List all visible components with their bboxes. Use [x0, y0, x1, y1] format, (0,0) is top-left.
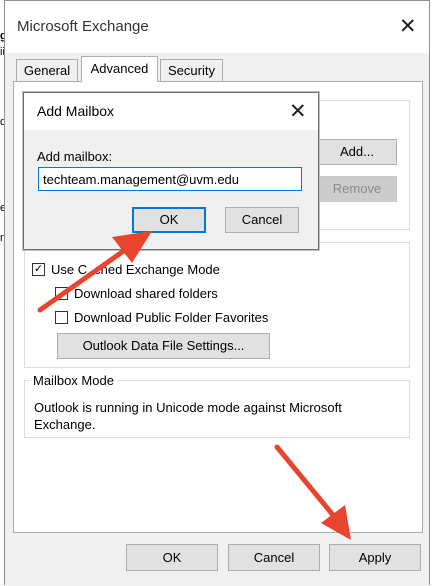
dialog-title-bar: Add Mailbox ✕	[24, 93, 318, 130]
use-cached-mode-label-end: ched Exchange Mode	[94, 262, 220, 277]
mailbox-mode-title: Mailbox Mode	[30, 373, 117, 388]
add-mailbox-dialog: Add Mailbox ✕ Add mailbox: OK Cancel	[23, 92, 319, 250]
outlook-data-file-settings-button[interactable]: Outlook Data File Settings...	[57, 333, 270, 359]
tab-security[interactable]: Security	[160, 59, 223, 81]
bottom-button-bar: OK Cancel Apply	[5, 533, 429, 586]
tab-label: General	[23, 63, 71, 78]
mailbox-mode-text: Outlook is running in Unicode mode again…	[34, 400, 342, 432]
download-public-favorites-checkbox[interactable]	[55, 311, 68, 324]
use-cached-mode-label-start: Use C	[51, 262, 88, 277]
tab-advanced[interactable]: Advanced	[81, 56, 158, 82]
dialog-ok-button[interactable]: OK	[132, 207, 206, 233]
remove-mailbox-button[interactable]: Remove	[317, 176, 397, 202]
add-mailbox-button[interactable]: Add...	[317, 139, 397, 165]
microsoft-exchange-window: Microsoft Exchange ✕ General Advanced Se…	[4, 0, 430, 586]
download-shared-folders-label: Download shared folders	[74, 286, 218, 301]
title-bar: Microsoft Exchange ✕	[5, 1, 429, 53]
add-mailbox-input[interactable]	[38, 167, 302, 191]
close-icon[interactable]: ✕	[399, 16, 417, 37]
apply-button[interactable]: Apply	[329, 544, 421, 571]
ok-button[interactable]: OK	[126, 544, 218, 571]
cancel-button[interactable]: Cancel	[228, 544, 320, 571]
tab-label: Security	[168, 63, 215, 78]
dialog-close-icon[interactable]: ✕	[289, 101, 307, 122]
add-mailbox-label: Add mailbox:	[37, 149, 113, 164]
use-cached-mode-label: Use C ched Exchange Mode	[51, 262, 220, 277]
window-title: Microsoft Exchange	[17, 18, 149, 35]
tab-label: Advanced	[90, 61, 149, 76]
download-public-favorites-label: Download Public Folder Favorites	[74, 310, 269, 325]
use-cached-mode-checkbox[interactable]: ✓	[32, 263, 45, 276]
tab-general[interactable]: General	[16, 59, 78, 81]
dialog-cancel-button[interactable]: Cancel	[225, 207, 299, 233]
download-shared-folders-checkbox[interactable]	[55, 287, 68, 300]
dialog-title: Add Mailbox	[37, 103, 115, 119]
